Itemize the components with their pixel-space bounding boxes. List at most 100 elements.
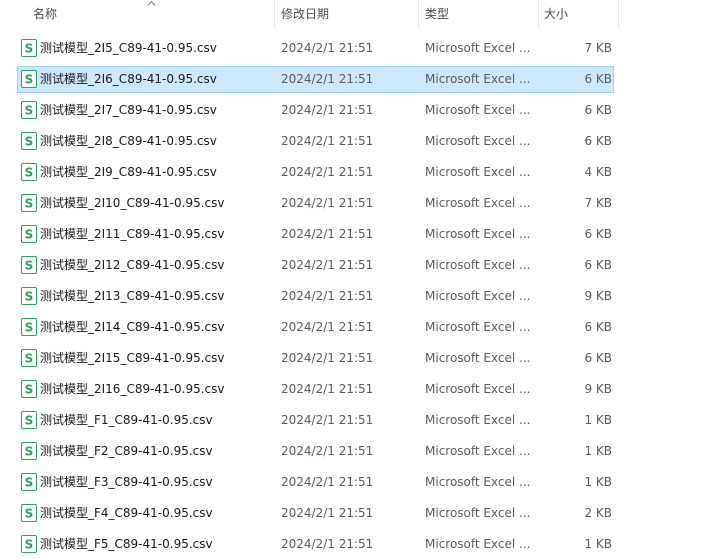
svg-text:S: S <box>25 414 34 428</box>
file-size: 6 KB <box>584 103 612 117</box>
column-header-name[interactable]: 名称 <box>33 0 57 28</box>
column-divider[interactable] <box>618 0 619 28</box>
wps-spreadsheet-s-icon: S <box>21 287 37 305</box>
wps-spreadsheet-s-icon: S <box>21 132 37 150</box>
file-size: 7 KB <box>584 196 612 210</box>
file-date-modified: 2024/2/1 21:51 <box>281 506 374 520</box>
wps-spreadsheet-s-icon: S <box>21 194 37 212</box>
file-date-modified: 2024/2/1 21:51 <box>281 72 374 86</box>
file-row[interactable]: S 测试模型_2I6_C89-41-0.95.csv 2024/2/1 21:5… <box>17 66 614 93</box>
file-date-modified: 2024/2/1 21:51 <box>281 382 374 396</box>
file-type: Microsoft Excel ... <box>425 537 531 551</box>
file-name: 测试模型_2I11_C89-41-0.95.csv <box>40 227 225 241</box>
file-name: 测试模型_F5_C89-41-0.95.csv <box>40 537 213 551</box>
svg-text:S: S <box>25 228 34 242</box>
file-row[interactable]: S 测试模型_2I9_C89-41-0.95.csv 2024/2/1 21:5… <box>17 159 614 186</box>
file-row[interactable]: S 测试模型_2I11_C89-41-0.95.csv 2024/2/1 21:… <box>17 221 614 248</box>
file-date-modified: 2024/2/1 21:51 <box>281 227 374 241</box>
file-row[interactable]: S 测试模型_F1_C89-41-0.95.csv 2024/2/1 21:51… <box>17 407 614 434</box>
file-row[interactable]: S 测试模型_2I12_C89-41-0.95.csv 2024/2/1 21:… <box>17 252 614 279</box>
file-row[interactable]: S 测试模型_2I10_C89-41-0.95.csv 2024/2/1 21:… <box>17 190 614 217</box>
file-name: 测试模型_2I16_C89-41-0.95.csv <box>40 382 225 396</box>
file-type: Microsoft Excel ... <box>425 258 531 272</box>
file-row[interactable]: S 测试模型_F5_C89-41-0.95.csv 2024/2/1 21:51… <box>17 531 614 558</box>
file-type: Microsoft Excel ... <box>425 444 531 458</box>
svg-text:S: S <box>25 538 34 552</box>
file-row[interactable]: S 测试模型_2I5_C89-41-0.95.csv 2024/2/1 21:5… <box>17 35 614 62</box>
column-header-type[interactable]: 类型 <box>425 0 449 28</box>
file-row[interactable]: S 测试模型_F3_C89-41-0.95.csv 2024/2/1 21:51… <box>17 469 614 496</box>
file-type: Microsoft Excel ... <box>425 134 531 148</box>
wps-spreadsheet-s-icon: S <box>21 473 37 491</box>
column-divider[interactable] <box>538 0 539 28</box>
svg-text:S: S <box>25 383 34 397</box>
file-explorer-details-view: 名称 修改日期 类型 大小 S 测试模型_2I5_C89-41-0.95.csv… <box>0 0 704 559</box>
svg-text:S: S <box>25 321 34 335</box>
file-date-modified: 2024/2/1 21:51 <box>281 444 374 458</box>
chevron-up-icon[interactable] <box>147 0 156 7</box>
file-size: 4 KB <box>584 165 612 179</box>
file-row[interactable]: S 测试模型_F4_C89-41-0.95.csv 2024/2/1 21:51… <box>17 500 614 527</box>
file-date-modified: 2024/2/1 21:51 <box>281 320 374 334</box>
file-size: 9 KB <box>584 382 612 396</box>
wps-spreadsheet-s-icon: S <box>21 380 37 398</box>
file-date-modified: 2024/2/1 21:51 <box>281 196 374 210</box>
file-row[interactable]: S 测试模型_2I15_C89-41-0.95.csv 2024/2/1 21:… <box>17 345 614 372</box>
file-name: 测试模型_F3_C89-41-0.95.csv <box>40 475 213 489</box>
wps-spreadsheet-s-icon: S <box>21 411 37 429</box>
file-date-modified: 2024/2/1 21:51 <box>281 475 374 489</box>
svg-text:S: S <box>25 259 34 273</box>
file-date-modified: 2024/2/1 21:51 <box>281 258 374 272</box>
column-divider[interactable] <box>274 0 275 28</box>
file-type: Microsoft Excel ... <box>425 227 531 241</box>
wps-spreadsheet-s-icon: S <box>21 318 37 336</box>
file-type: Microsoft Excel ... <box>425 165 531 179</box>
file-name: 测试模型_F1_C89-41-0.95.csv <box>40 413 213 427</box>
wps-spreadsheet-s-icon: S <box>21 349 37 367</box>
file-name: 测试模型_2I13_C89-41-0.95.csv <box>40 289 225 303</box>
file-name: 测试模型_2I9_C89-41-0.95.csv <box>40 165 217 179</box>
file-size: 6 KB <box>584 351 612 365</box>
svg-text:S: S <box>25 73 34 87</box>
file-name: 测试模型_2I14_C89-41-0.95.csv <box>40 320 225 334</box>
file-row[interactable]: S 测试模型_2I16_C89-41-0.95.csv 2024/2/1 21:… <box>17 376 614 403</box>
file-name: 测试模型_2I5_C89-41-0.95.csv <box>40 41 217 55</box>
file-row[interactable]: S 测试模型_F2_C89-41-0.95.csv 2024/2/1 21:51… <box>17 438 614 465</box>
file-date-modified: 2024/2/1 21:51 <box>281 351 374 365</box>
file-row[interactable]: S 测试模型_2I7_C89-41-0.95.csv 2024/2/1 21:5… <box>17 97 614 124</box>
wps-spreadsheet-s-icon: S <box>21 163 37 181</box>
file-date-modified: 2024/2/1 21:51 <box>281 165 374 179</box>
file-type: Microsoft Excel ... <box>425 320 531 334</box>
svg-text:S: S <box>25 42 34 56</box>
svg-text:S: S <box>25 290 34 304</box>
file-size: 6 KB <box>584 227 612 241</box>
file-row[interactable]: S 测试模型_2I13_C89-41-0.95.csv 2024/2/1 21:… <box>17 283 614 310</box>
file-type: Microsoft Excel ... <box>425 41 531 55</box>
svg-text:S: S <box>25 352 34 366</box>
file-row[interactable]: S 测试模型_2I14_C89-41-0.95.csv 2024/2/1 21:… <box>17 314 614 341</box>
file-type: Microsoft Excel ... <box>425 103 531 117</box>
file-size: 1 KB <box>584 413 612 427</box>
file-size: 9 KB <box>584 289 612 303</box>
file-size: 7 KB <box>584 41 612 55</box>
file-date-modified: 2024/2/1 21:51 <box>281 289 374 303</box>
file-size: 6 KB <box>584 320 612 334</box>
column-divider[interactable] <box>418 0 419 28</box>
column-header-bar: 名称 修改日期 类型 大小 <box>0 0 704 28</box>
column-header-date-modified[interactable]: 修改日期 <box>281 0 329 28</box>
file-size: 6 KB <box>584 72 612 86</box>
svg-text:S: S <box>25 197 34 211</box>
column-header-size[interactable]: 大小 <box>544 0 568 28</box>
file-size: 6 KB <box>584 134 612 148</box>
file-row[interactable]: S 测试模型_2I8_C89-41-0.95.csv 2024/2/1 21:5… <box>17 128 614 155</box>
file-size: 1 KB <box>584 444 612 458</box>
file-size: 1 KB <box>584 537 612 551</box>
svg-text:S: S <box>25 135 34 149</box>
file-name: 测试模型_2I7_C89-41-0.95.csv <box>40 103 217 117</box>
file-name: 测试模型_F4_C89-41-0.95.csv <box>40 506 213 520</box>
file-type: Microsoft Excel ... <box>425 196 531 210</box>
svg-text:S: S <box>25 507 34 521</box>
file-type: Microsoft Excel ... <box>425 382 531 396</box>
file-type: Microsoft Excel ... <box>425 506 531 520</box>
svg-text:S: S <box>25 104 34 118</box>
